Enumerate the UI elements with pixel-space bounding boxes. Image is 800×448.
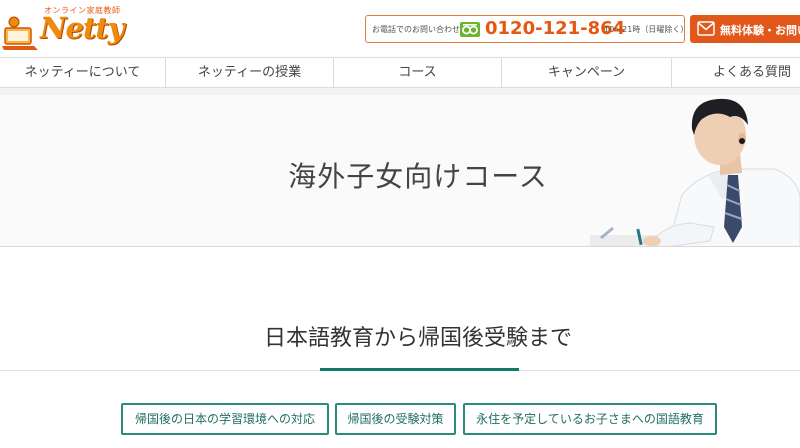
mail-icon bbox=[697, 21, 715, 36]
nav-divider-band bbox=[0, 88, 800, 95]
phone-contact-box[interactable]: お電話でのお問い合わせ 0120-121-864 10～21時（日曜除く） bbox=[365, 15, 689, 43]
free-trial-label: 無料体験・お問い bbox=[720, 24, 800, 37]
phone-caption: お電話でのお問い合わせ bbox=[372, 25, 460, 34]
nav-item-about[interactable]: ネッティーについて bbox=[0, 58, 166, 87]
hero-student-image bbox=[590, 98, 800, 246]
site-logo[interactable]: オンライン家庭教師 Netty bbox=[2, 3, 125, 53]
site-header: オンライン家庭教師 Netty お電話でのお問い合わせ 0120-121-864… bbox=[0, 0, 800, 57]
phone-hours: 10～21時（日曜除く） bbox=[604, 25, 689, 34]
logo-mark-icon bbox=[2, 16, 38, 50]
free-dial-icon bbox=[460, 22, 480, 37]
hero-banner: 海外子女向けコース bbox=[0, 95, 800, 247]
nav-item-faq[interactable]: よくある質問 bbox=[672, 58, 800, 87]
main-nav: ネッティーについて ネッティーの授業 コース キャンペーン よくある質問 bbox=[0, 57, 800, 88]
tab-exam-prep[interactable]: 帰国後の受験対策 bbox=[335, 403, 456, 435]
free-trial-button[interactable]: 無料体験・お問い bbox=[690, 15, 800, 43]
logo-brand-text: Netty bbox=[40, 11, 125, 45]
nav-item-courses[interactable]: コース bbox=[334, 58, 502, 87]
tab-japanese-language-education[interactable]: 永住を予定しているお子さまへの国語教育 bbox=[463, 403, 717, 435]
nav-item-lessons[interactable]: ネッティーの授業 bbox=[166, 58, 334, 87]
tab-learning-environment[interactable]: 帰国後の日本の学習環境への対応 bbox=[121, 403, 329, 435]
nav-item-campaign[interactable]: キャンペーン bbox=[502, 58, 672, 87]
section-title: 日本語教育から帰国後受験まで bbox=[263, 326, 572, 351]
section-title-accent bbox=[320, 368, 519, 371]
